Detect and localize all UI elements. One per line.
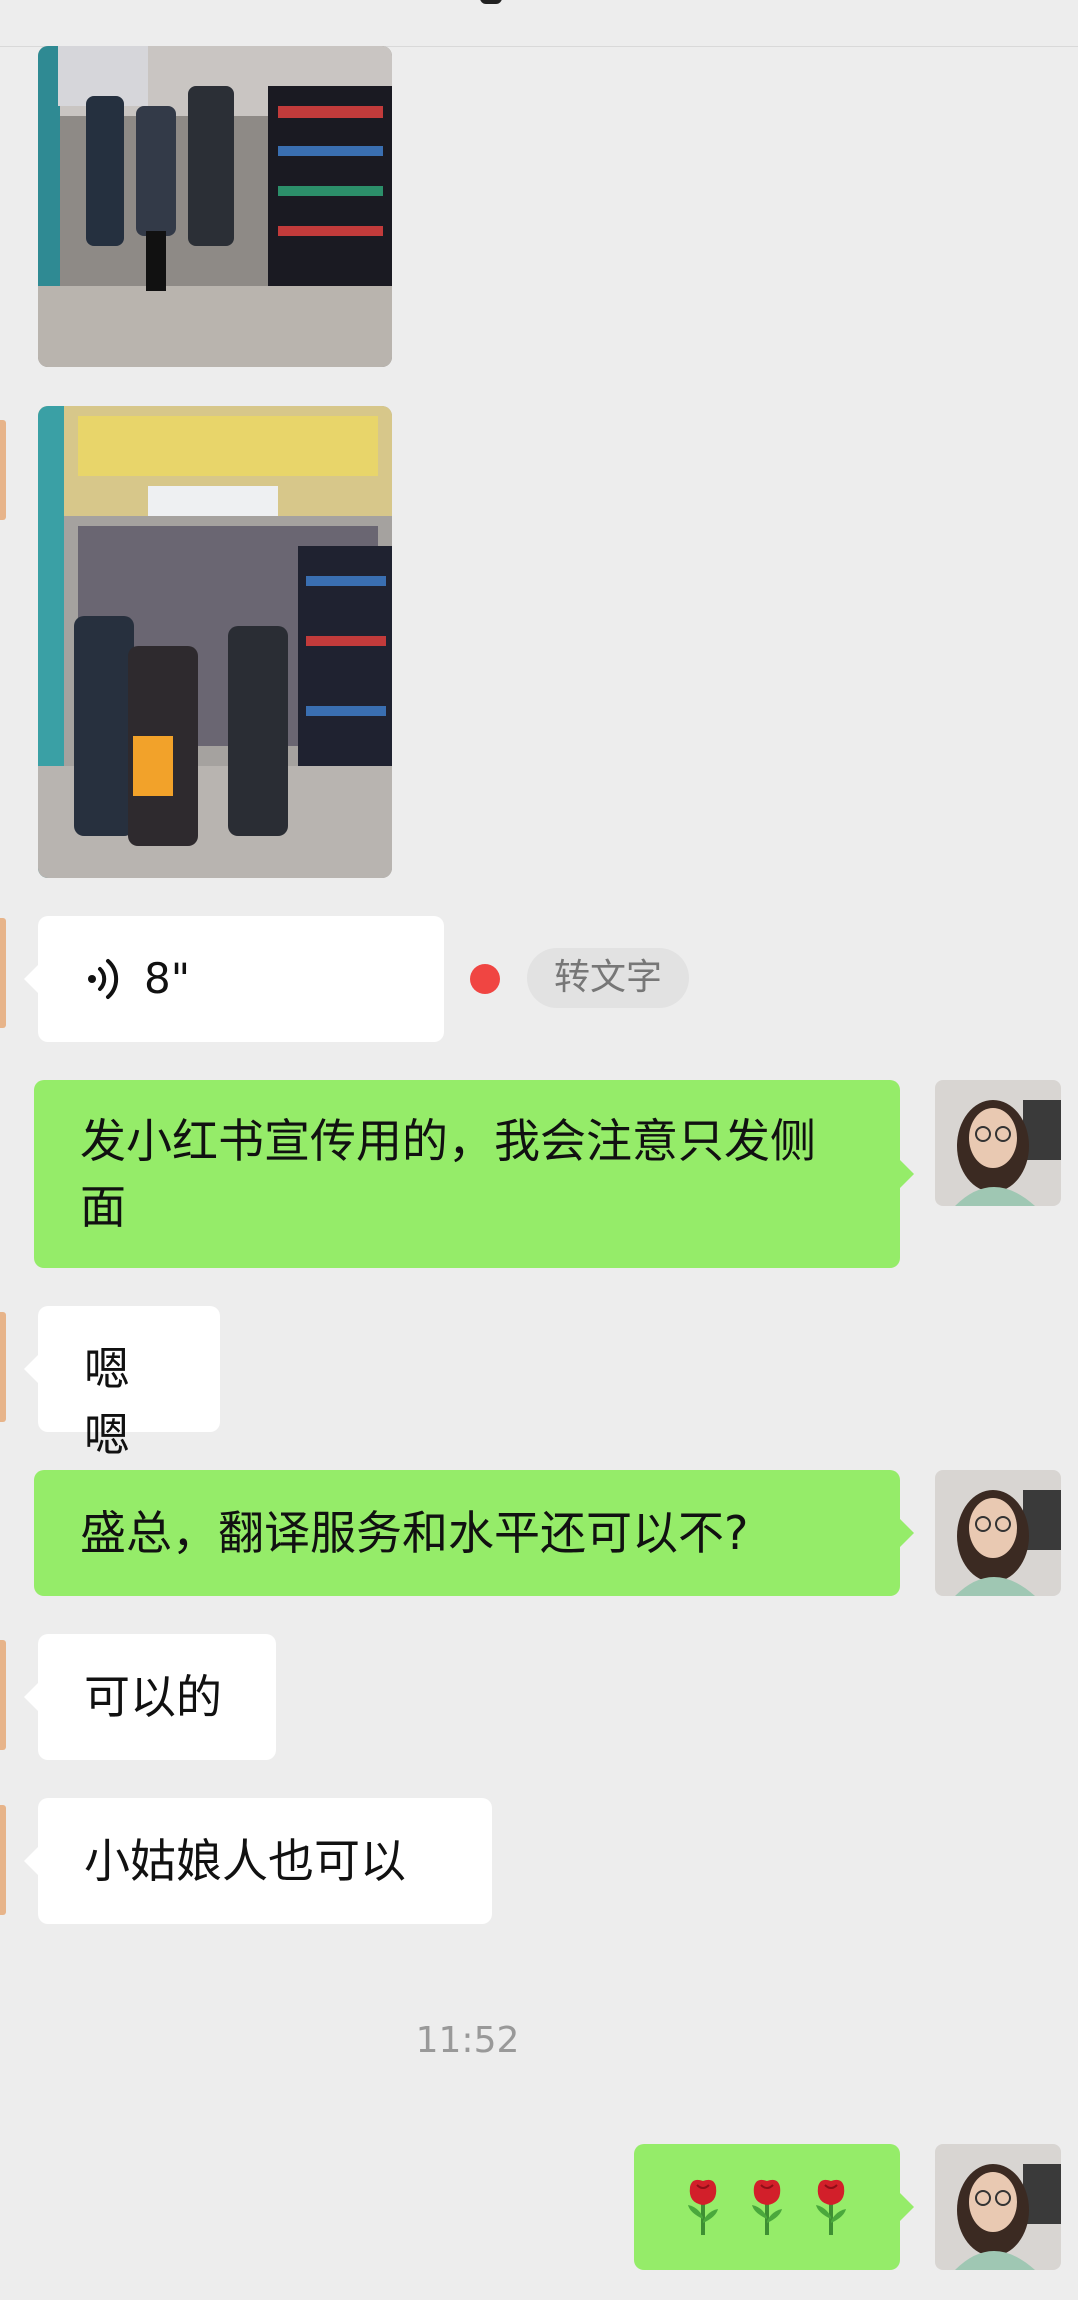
incoming-message-bubble[interactable]: 嗯嗯 [24, 1306, 220, 1462]
title-bar-truncated-glyph [480, 0, 502, 4]
incoming-avatar-edge [0, 918, 6, 1028]
incoming-avatar-edge [0, 1640, 6, 1750]
message-text: 盛总，翻译服务和水平还可以不? [80, 1506, 749, 1560]
voice-duration: 8" [144, 954, 191, 1003]
incoming-avatar-edge [0, 1312, 6, 1422]
chat-image-message[interactable] [38, 46, 392, 367]
rose-icon [688, 2179, 718, 2235]
message-text: 嗯嗯 [84, 1342, 130, 1462]
title-bar [0, 0, 1078, 47]
chat-timestamp: 11:52 [415, 2020, 520, 2061]
incoming-avatar-edge [0, 1805, 6, 1915]
chat-image-message[interactable] [38, 406, 392, 878]
to-text-button[interactable]: 转文字 [527, 948, 689, 1008]
emoji-row [634, 2144, 900, 2270]
rose-icon [816, 2179, 846, 2235]
message-text: 可以的 [84, 1670, 222, 1724]
outgoing-message-bubble[interactable]: 盛总，翻译服务和水平还可以不? [34, 1470, 914, 1596]
my-avatar[interactable] [935, 1080, 1061, 1206]
incoming-message-bubble[interactable]: 可以的 [24, 1634, 276, 1760]
outgoing-message-bubble[interactable]: 发小红书宣传用的，我会注意只发侧面 [34, 1080, 914, 1268]
my-avatar[interactable] [935, 2144, 1061, 2270]
incoming-message-bubble[interactable]: 小姑娘人也可以 [24, 1798, 492, 1924]
outgoing-message-bubble[interactable] [634, 2144, 914, 2270]
message-text: 小姑娘人也可以 [84, 1834, 406, 1888]
incoming-avatar-edge [0, 420, 6, 520]
rose-icon [752, 2179, 782, 2235]
message-text: 发小红书宣传用的，我会注意只发侧面 [80, 1114, 816, 1234]
voice-message-bubble[interactable]: 8" [24, 916, 444, 1042]
unread-dot [470, 964, 500, 994]
my-avatar[interactable] [935, 1470, 1061, 1596]
voice-wave-icon [88, 959, 119, 999]
